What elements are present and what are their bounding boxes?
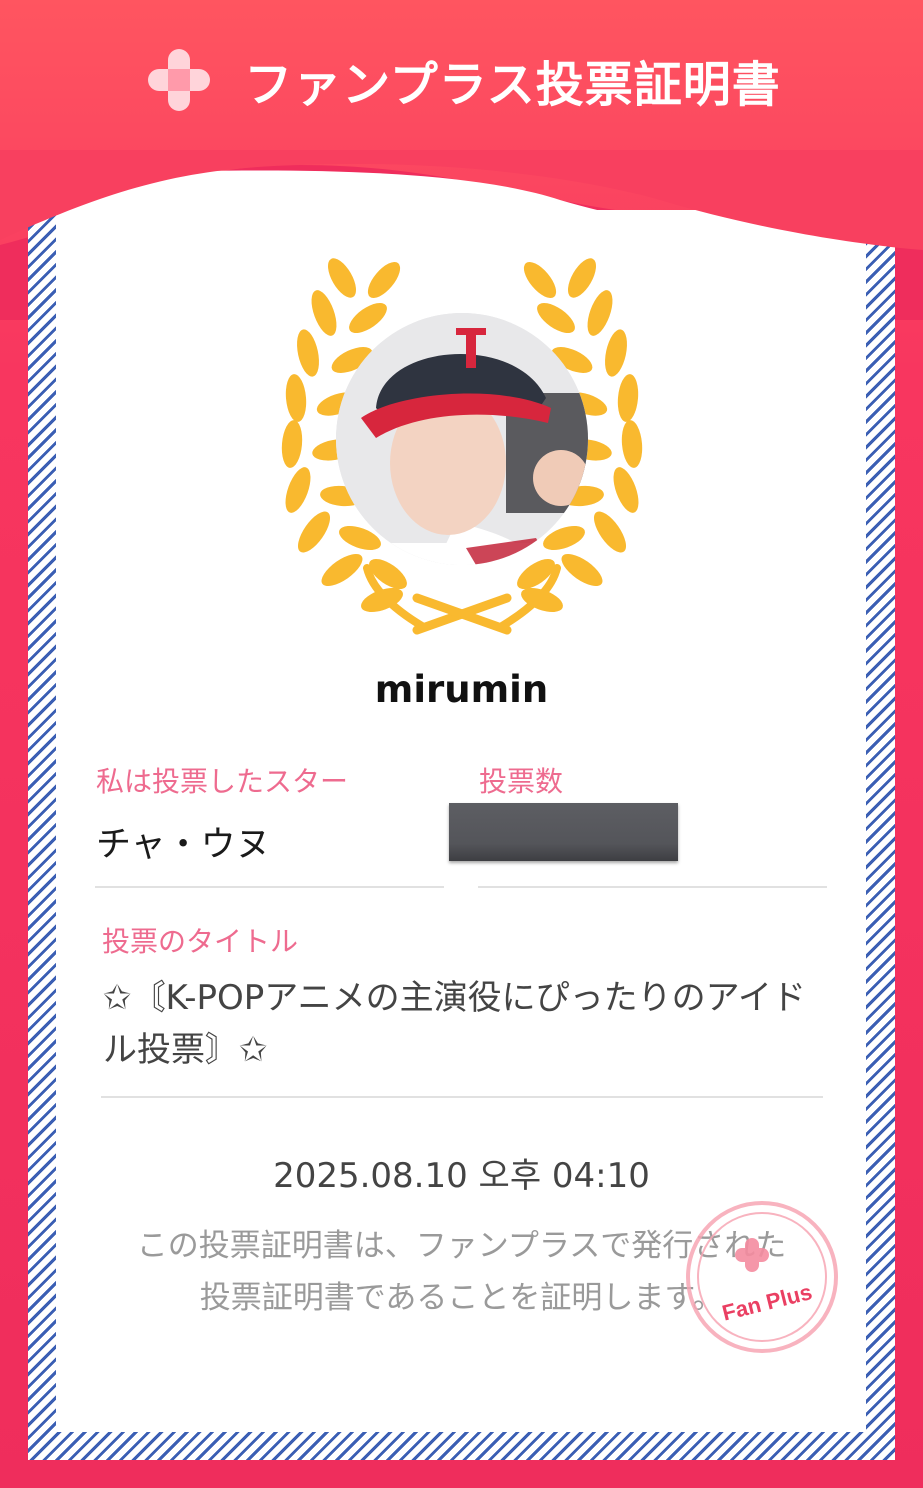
vote-title-text: ✩〘K-POPアニメの主演役にぴったりのアイドル投票〙✩: [103, 978, 806, 1070]
vote-title-label: 投票のタイトル: [102, 925, 299, 958]
vote-count-label: 投票数: [479, 765, 564, 798]
page-title: ファンプラス投票証明書: [244, 57, 781, 113]
page-header: ファンプラス投票証明書: [0, 30, 923, 130]
voted-star-name: チャ・ウヌ: [96, 825, 271, 865]
card-top-wave: [0, 150, 923, 260]
star-divider: [95, 886, 444, 888]
fanplus-logo-icon: [148, 49, 211, 111]
vote-count-divider: [478, 886, 827, 888]
stamp-text: Fan Plus: [720, 1279, 815, 1325]
certificate-page: ファンプラス投票証明書 mirumin 私は投票したスター チャ・ウヌ 投票数 …: [0, 0, 923, 1488]
fanplus-stamp-icon: Fan Plus: [686, 1201, 838, 1353]
vote-count-redacted: [449, 803, 678, 861]
vote-timestamp: 2025.08.10 오후 04:10: [273, 1156, 650, 1196]
username: mirumin: [374, 668, 549, 711]
vote-title-divider: [101, 1096, 823, 1098]
star-profile-photo: [336, 313, 588, 565]
profile-photo-image: [336, 313, 588, 565]
voted-star-label: 私は投票したスター: [96, 765, 349, 798]
